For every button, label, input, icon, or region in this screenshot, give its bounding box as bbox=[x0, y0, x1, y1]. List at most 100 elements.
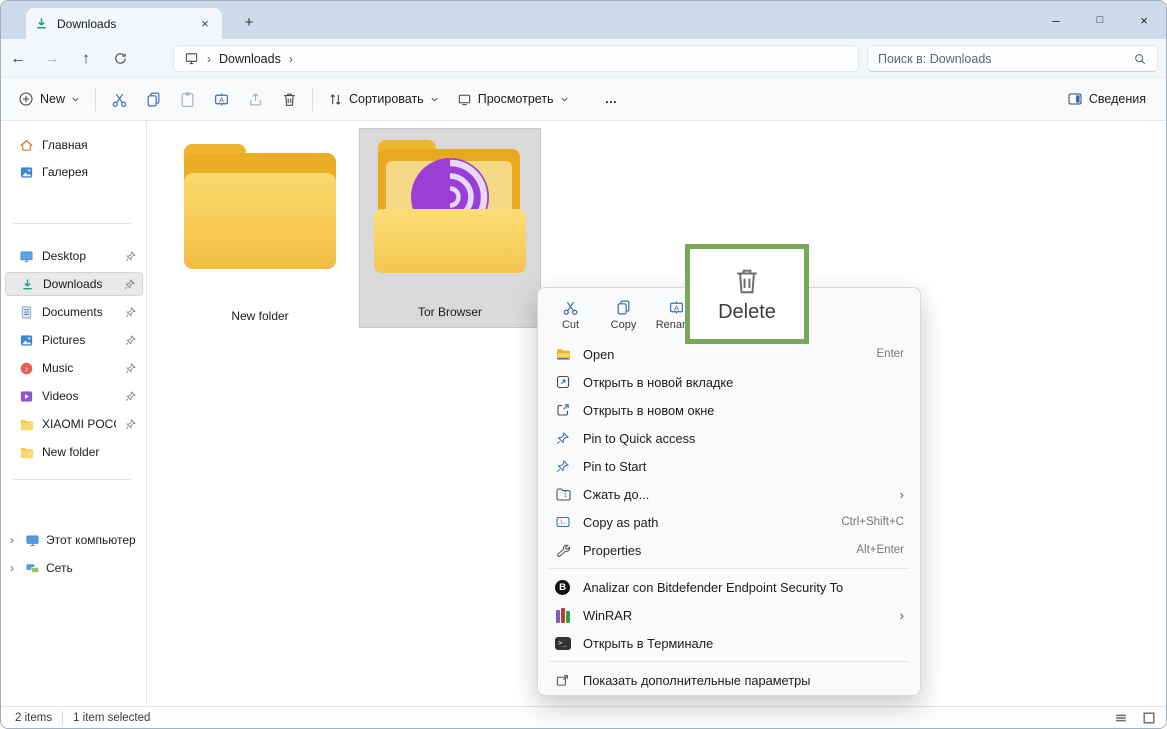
copy-icon[interactable] bbox=[136, 83, 170, 115]
share-icon[interactable] bbox=[238, 83, 272, 115]
maximize-button[interactable]: □ bbox=[1078, 1, 1122, 39]
sort-button[interactable]: Сортировать bbox=[319, 83, 448, 115]
view-button[interactable]: Просмотреть bbox=[448, 83, 578, 115]
submenu-arrow-icon: › bbox=[900, 608, 904, 623]
open-new-tab-icon bbox=[554, 374, 571, 391]
chevron-down-icon bbox=[430, 95, 439, 104]
back-button[interactable]: ← bbox=[1, 50, 35, 67]
sidebar-item-music[interactable]: ♪ Music bbox=[5, 356, 143, 380]
menu-item-open[interactable]: Open Enter bbox=[543, 340, 915, 368]
menu-item-winrar[interactable]: WinRAR › bbox=[543, 601, 915, 629]
cut-button[interactable]: Cut bbox=[546, 292, 595, 338]
more-options-icon bbox=[554, 672, 571, 689]
sidebar-item-network[interactable]: › Сеть bbox=[1, 556, 147, 580]
sidebar-item-videos[interactable]: Videos bbox=[5, 384, 143, 408]
toolbar-divider bbox=[95, 87, 96, 111]
menu-item-open-in-new-tab[interactable]: Открыть в новой вкладке bbox=[543, 368, 915, 396]
new-tab-button[interactable]: + bbox=[237, 11, 261, 35]
sidebar-item-xiaomi-poco[interactable]: XIAOMI POCO F bbox=[5, 412, 143, 436]
menu-item-compress-to[interactable]: Сжать до... › bbox=[543, 480, 915, 508]
details-pane-icon bbox=[1067, 91, 1083, 107]
menu-item-bitdefender-scan[interactable]: B Analizar con Bitdefender Endpoint Secu… bbox=[543, 573, 915, 601]
delete-icon[interactable] bbox=[272, 83, 306, 115]
home-icon bbox=[19, 138, 34, 153]
breadcrumb-separator: › bbox=[207, 52, 211, 66]
menu-item-copy-as-path[interactable]: \.. Copy as path Ctrl+Shift+C bbox=[543, 508, 915, 536]
copy-icon bbox=[615, 299, 632, 316]
chevron-down-icon bbox=[71, 95, 80, 104]
file-tile-tor-browser[interactable]: Tor Browser bbox=[359, 128, 541, 328]
tab-downloads[interactable]: Downloads × bbox=[26, 8, 222, 39]
close-button[interactable]: × bbox=[1122, 1, 1166, 39]
sidebar-item-this-pc[interactable]: › Этот компьютер bbox=[1, 528, 147, 552]
pin-icon bbox=[123, 278, 136, 291]
details-pane-label: Сведения bbox=[1089, 92, 1146, 106]
sidebar-item-label: Сеть bbox=[46, 561, 73, 575]
thumbnail-view-toggle-icon[interactable] bbox=[1142, 711, 1156, 725]
sidebar-item-desktop[interactable]: Desktop bbox=[5, 244, 143, 268]
menu-item-properties[interactable]: Properties Alt+Enter bbox=[543, 536, 915, 564]
folder-icon bbox=[184, 147, 336, 275]
menu-item-shortcut: Ctrl+Shift+C bbox=[841, 516, 904, 528]
pin-icon bbox=[124, 418, 137, 431]
sidebar-item-new-folder[interactable]: New folder bbox=[5, 440, 143, 464]
sidebar-item-gallery[interactable]: Галерея bbox=[5, 160, 143, 184]
refresh-icon[interactable] bbox=[103, 51, 137, 66]
chevron-down-icon bbox=[560, 95, 569, 104]
more-options-label: … bbox=[605, 92, 618, 106]
breadcrumb-segment-downloads[interactable]: Downloads bbox=[219, 52, 281, 66]
sidebar-item-documents[interactable]: Documents bbox=[5, 300, 143, 324]
documents-icon bbox=[19, 305, 34, 320]
cut-label: Cut bbox=[562, 319, 579, 331]
file-tile-new-folder[interactable]: New folder bbox=[169, 131, 351, 331]
svg-text:A: A bbox=[674, 303, 679, 312]
menu-item-open-in-terminal[interactable]: >_ Открыть в Терминале bbox=[543, 629, 915, 657]
minimize-button[interactable]: – bbox=[1034, 1, 1078, 39]
menu-item-show-more-options[interactable]: Показать дополнительные параметры bbox=[543, 666, 915, 694]
pin-icon bbox=[124, 390, 137, 403]
chevron-right-icon[interactable]: › bbox=[5, 561, 19, 575]
menu-item-label: Открыть в новой вкладке bbox=[583, 375, 892, 390]
menu-item-label: Open bbox=[583, 347, 865, 362]
menu-item-pin-to-quick-access[interactable]: Pin to Quick access bbox=[543, 424, 915, 452]
rename-icon[interactable]: A bbox=[204, 83, 238, 115]
new-button-label: New bbox=[40, 92, 65, 106]
sidebar-item-home[interactable]: Главная bbox=[5, 133, 143, 157]
submenu-arrow-icon: › bbox=[900, 487, 904, 502]
search-input[interactable] bbox=[878, 52, 1133, 66]
up-button[interactable]: ↑ bbox=[69, 50, 103, 67]
chevron-right-icon[interactable]: › bbox=[5, 533, 19, 547]
address-bar: ← → ↑ › Downloads › bbox=[1, 39, 1166, 77]
new-button[interactable]: New bbox=[9, 83, 89, 115]
details-pane-button[interactable]: Сведения bbox=[1059, 83, 1154, 115]
menu-item-pin-to-start[interactable]: Pin to Start bbox=[543, 452, 915, 480]
plus-circle-icon bbox=[18, 91, 34, 107]
tab-close-icon[interactable]: × bbox=[196, 16, 214, 31]
delete-annotation-box[interactable]: Delete bbox=[685, 244, 809, 344]
copy-button[interactable]: Copy bbox=[599, 292, 648, 338]
paste-icon[interactable] bbox=[170, 83, 204, 115]
file-name: Tor Browser bbox=[418, 305, 482, 327]
command-toolbar: New A Сортировать bbox=[1, 77, 1166, 121]
sidebar-item-pictures[interactable]: Pictures bbox=[5, 328, 143, 352]
search-box[interactable] bbox=[867, 45, 1158, 72]
more-options-button[interactable]: … bbox=[596, 83, 627, 115]
items-count: 2 items bbox=[15, 712, 52, 724]
download-icon bbox=[34, 16, 49, 31]
svg-text:\..: \.. bbox=[560, 520, 565, 526]
details-view-toggle-icon[interactable] bbox=[1114, 711, 1128, 725]
status-divider bbox=[62, 711, 63, 725]
cut-icon bbox=[562, 299, 579, 316]
view-icon bbox=[457, 92, 472, 107]
breadcrumb[interactable]: › Downloads › bbox=[173, 45, 859, 72]
delete-annotation-label: Delete bbox=[718, 301, 776, 324]
menu-item-open-in-new-window[interactable]: Открыть в новом окне bbox=[543, 396, 915, 424]
open-new-window-icon bbox=[554, 402, 571, 419]
sidebar-item-downloads[interactable]: Downloads bbox=[5, 272, 143, 296]
cut-icon[interactable] bbox=[102, 83, 136, 115]
toolbar-divider bbox=[312, 87, 313, 111]
menu-item-label: Pin to Start bbox=[583, 459, 892, 474]
forward-button[interactable]: → bbox=[35, 50, 69, 67]
menu-item-label: Открыть в новом окне bbox=[583, 403, 892, 418]
pin-icon bbox=[124, 362, 137, 375]
